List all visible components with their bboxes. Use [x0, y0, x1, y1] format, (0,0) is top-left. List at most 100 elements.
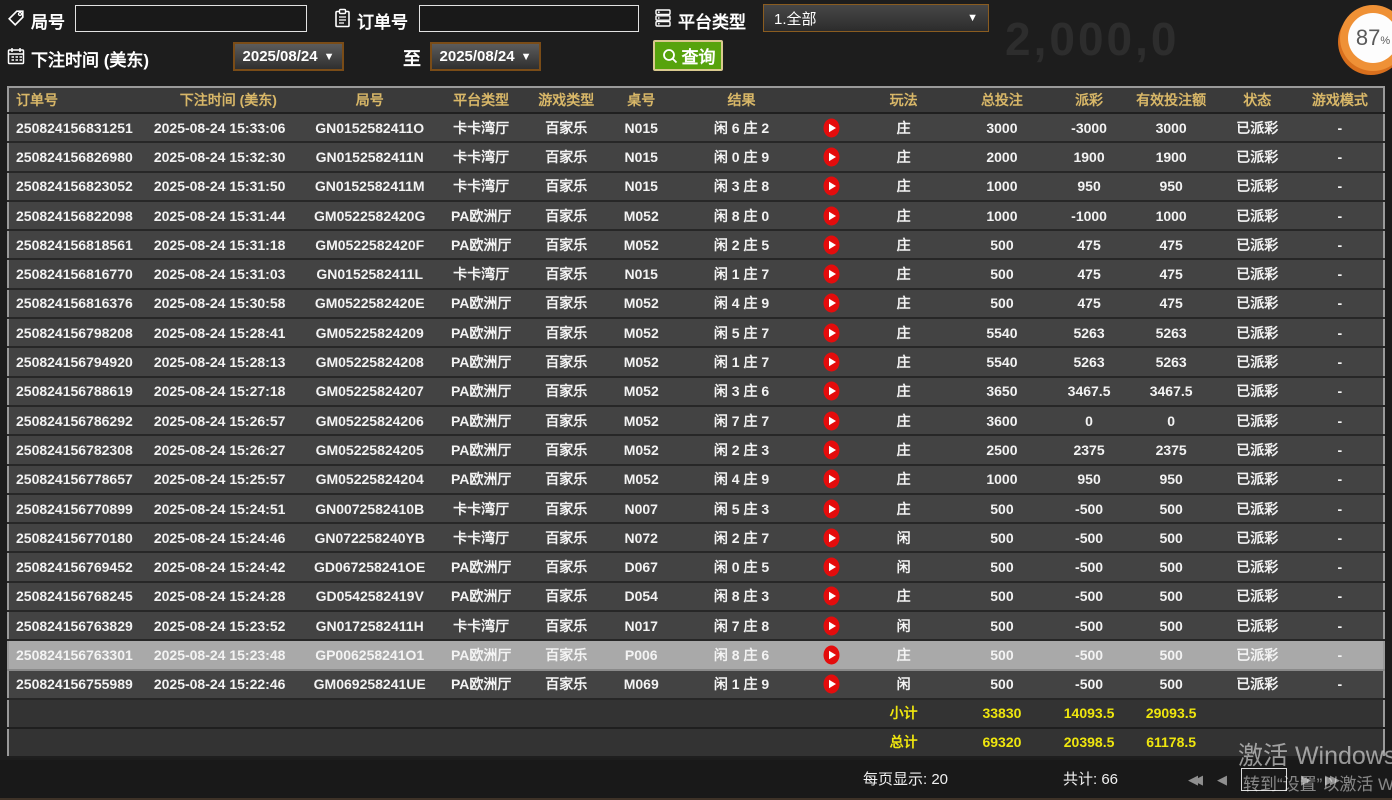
- date-from-button[interactable]: 2025/08/24 ▼: [233, 42, 344, 71]
- cell-table-no: M052: [606, 435, 677, 464]
- cell-total-bet: 3000: [950, 113, 1053, 142]
- cell-platform-type: PA欧洲厅: [436, 201, 527, 230]
- cell-platform-type: PA欧洲厅: [436, 582, 527, 611]
- play-video-icon[interactable]: [823, 499, 840, 519]
- play-video-icon[interactable]: [823, 528, 840, 548]
- cell-total-bet: 500: [950, 582, 1053, 611]
- play-video-icon[interactable]: [823, 411, 840, 431]
- play-video-icon[interactable]: [823, 645, 840, 665]
- table-row[interactable]: 2508241567982082025-08-24 15:28:41GM0522…: [8, 318, 1384, 347]
- order-number-input[interactable]: [419, 5, 639, 32]
- table-row[interactable]: 2508241567701802025-08-24 15:24:46GN0722…: [8, 523, 1384, 552]
- play-video-icon[interactable]: [823, 206, 840, 226]
- platform-type-label-group: 平台类型: [653, 8, 746, 33]
- table-row[interactable]: 2508241568220982025-08-24 15:31:44GM0522…: [8, 201, 1384, 230]
- cell-round-no: GM069258241UE: [304, 670, 436, 699]
- cell-platform-type: PA欧洲厅: [436, 670, 527, 699]
- cell-replay: [806, 552, 857, 581]
- play-video-icon[interactable]: [823, 264, 840, 284]
- cell-game-mode: -: [1297, 435, 1384, 464]
- cell-game-type: 百家乐: [527, 670, 606, 699]
- play-video-icon[interactable]: [823, 674, 840, 694]
- table-row[interactable]: 2508241567862922025-08-24 15:26:57GM0522…: [8, 406, 1384, 435]
- play-video-icon[interactable]: [823, 118, 840, 138]
- table-row[interactable]: 2508241567559892025-08-24 15:22:46GM0692…: [8, 670, 1384, 699]
- table-row[interactable]: 2508241568163762025-08-24 15:30:58GM0522…: [8, 289, 1384, 318]
- search-button[interactable]: 查询: [653, 40, 723, 71]
- subtotal-result: [677, 699, 807, 728]
- cell-order-no: 250824156769452: [8, 552, 150, 581]
- play-video-icon[interactable]: [823, 235, 840, 255]
- table-header: 订单号下注时间 (美东)局号平台类型游戏类型桌号结果玩法总投注派彩有效投注额状态…: [8, 87, 1384, 113]
- score-badge[interactable]: 87 %: [1336, 5, 1392, 77]
- table-row[interactable]: 2508241568230522025-08-24 15:31:50GN0152…: [8, 172, 1384, 201]
- cell-round-no: GN0172582411H: [304, 611, 436, 640]
- bet-time-label: 下注时间 (美东): [31, 46, 149, 71]
- date-to-button[interactable]: 2025/08/24 ▼: [430, 42, 541, 71]
- cell-total-bet: 2000: [950, 142, 1053, 171]
- cell-payout: 5263: [1054, 318, 1125, 347]
- first-page-icon[interactable]: ◀◀: [1188, 772, 1198, 788]
- next-page-icon[interactable]: ▶: [1301, 772, 1311, 788]
- cell-order-no: 250824156826980: [8, 142, 150, 171]
- table-row[interactable]: 2508241567886192025-08-24 15:27:18GM0522…: [8, 377, 1384, 406]
- cell-bet-time: 2025-08-24 15:28:13: [150, 347, 304, 376]
- round-number-label-group: 局号: [6, 8, 65, 33]
- cell-play-type: 庄: [857, 142, 950, 171]
- round-number-input[interactable]: [75, 5, 307, 32]
- play-video-icon[interactable]: [823, 557, 840, 577]
- cell-play-type: 庄: [857, 289, 950, 318]
- cell-game-mode: -: [1297, 142, 1384, 171]
- table-row[interactable]: 2508241567708992025-08-24 15:24:51GN0072…: [8, 494, 1384, 523]
- prev-page-icon[interactable]: ◀: [1217, 772, 1227, 788]
- cell-bet-time: 2025-08-24 15:33:06: [150, 113, 304, 142]
- last-page-icon[interactable]: ▶▶: [1325, 772, 1335, 788]
- pagination-bar: Dale 每页显示: 20 共计: 66 ◀◀ ◀ ▶ ▶▶: [0, 760, 1392, 800]
- table-row[interactable]: 2508241567786572025-08-24 15:25:57GM0522…: [8, 465, 1384, 494]
- cell-payout: -1000: [1054, 201, 1125, 230]
- col-header-payout: 派彩: [1054, 87, 1125, 113]
- table-row[interactable]: 2508241568185612025-08-24 15:31:18GM0522…: [8, 230, 1384, 259]
- play-video-icon[interactable]: [823, 381, 840, 401]
- table-row[interactable]: 2508241567682452025-08-24 15:24:28GD0542…: [8, 582, 1384, 611]
- table-row[interactable]: 2508241568312512025-08-24 15:33:06GN0152…: [8, 113, 1384, 142]
- cell-status: 已派彩: [1218, 552, 1297, 581]
- table-row[interactable]: 2508241567823082025-08-24 15:26:27GM0522…: [8, 435, 1384, 464]
- play-video-icon[interactable]: [823, 440, 840, 460]
- table-row[interactable]: 2508241567694522025-08-24 15:24:42GD0672…: [8, 552, 1384, 581]
- page-number-input[interactable]: [1241, 768, 1287, 791]
- cell-result: 闲 1 庄 7: [677, 259, 807, 288]
- cell-payout: -500: [1054, 582, 1125, 611]
- cell-bet-time: 2025-08-24 15:22:46: [150, 670, 304, 699]
- cell-play-type: 庄: [857, 113, 950, 142]
- play-video-icon[interactable]: [823, 469, 840, 489]
- cell-play-type: 闲: [857, 552, 950, 581]
- cell-game-mode: -: [1297, 465, 1384, 494]
- total-total-bet: 69320: [950, 728, 1053, 757]
- cell-round-no: GM05225824205: [304, 435, 436, 464]
- cell-total-bet: 500: [950, 230, 1053, 259]
- cell-result: 闲 2 庄 5: [677, 230, 807, 259]
- cell-order-no: 250824156782308: [8, 435, 150, 464]
- cell-bet-time: 2025-08-24 15:31:50: [150, 172, 304, 201]
- play-video-icon[interactable]: [823, 352, 840, 372]
- subtotal-bet-time: [150, 699, 304, 728]
- table-row[interactable]: 2508241567949202025-08-24 15:28:13GM0522…: [8, 347, 1384, 376]
- cell-round-no: GN0152582411O: [304, 113, 436, 142]
- cell-payout: -500: [1054, 494, 1125, 523]
- play-video-icon[interactable]: [823, 293, 840, 313]
- table-row[interactable]: 2508241568167702025-08-24 15:31:03GN0152…: [8, 259, 1384, 288]
- play-video-icon[interactable]: [823, 176, 840, 196]
- page-size-label: 每页显示: 20: [863, 768, 948, 789]
- play-video-icon[interactable]: [823, 586, 840, 606]
- play-video-icon[interactable]: [823, 616, 840, 636]
- cell-round-no: GP006258241O1: [304, 640, 436, 669]
- table-row[interactable]: 2508241567638292025-08-24 15:23:52GN0172…: [8, 611, 1384, 640]
- table-row[interactable]: 2508241567633012025-08-24 15:23:48GP0062…: [8, 640, 1384, 669]
- play-video-icon[interactable]: [823, 147, 840, 167]
- bet-time-label-group: 下注时间 (美东): [6, 46, 149, 71]
- play-video-icon[interactable]: [823, 323, 840, 343]
- platform-type-select[interactable]: 1.全部 ▼: [763, 4, 989, 32]
- cell-platform-type: 卡卡湾厅: [436, 523, 527, 552]
- table-row[interactable]: 2508241568269802025-08-24 15:32:30GN0152…: [8, 142, 1384, 171]
